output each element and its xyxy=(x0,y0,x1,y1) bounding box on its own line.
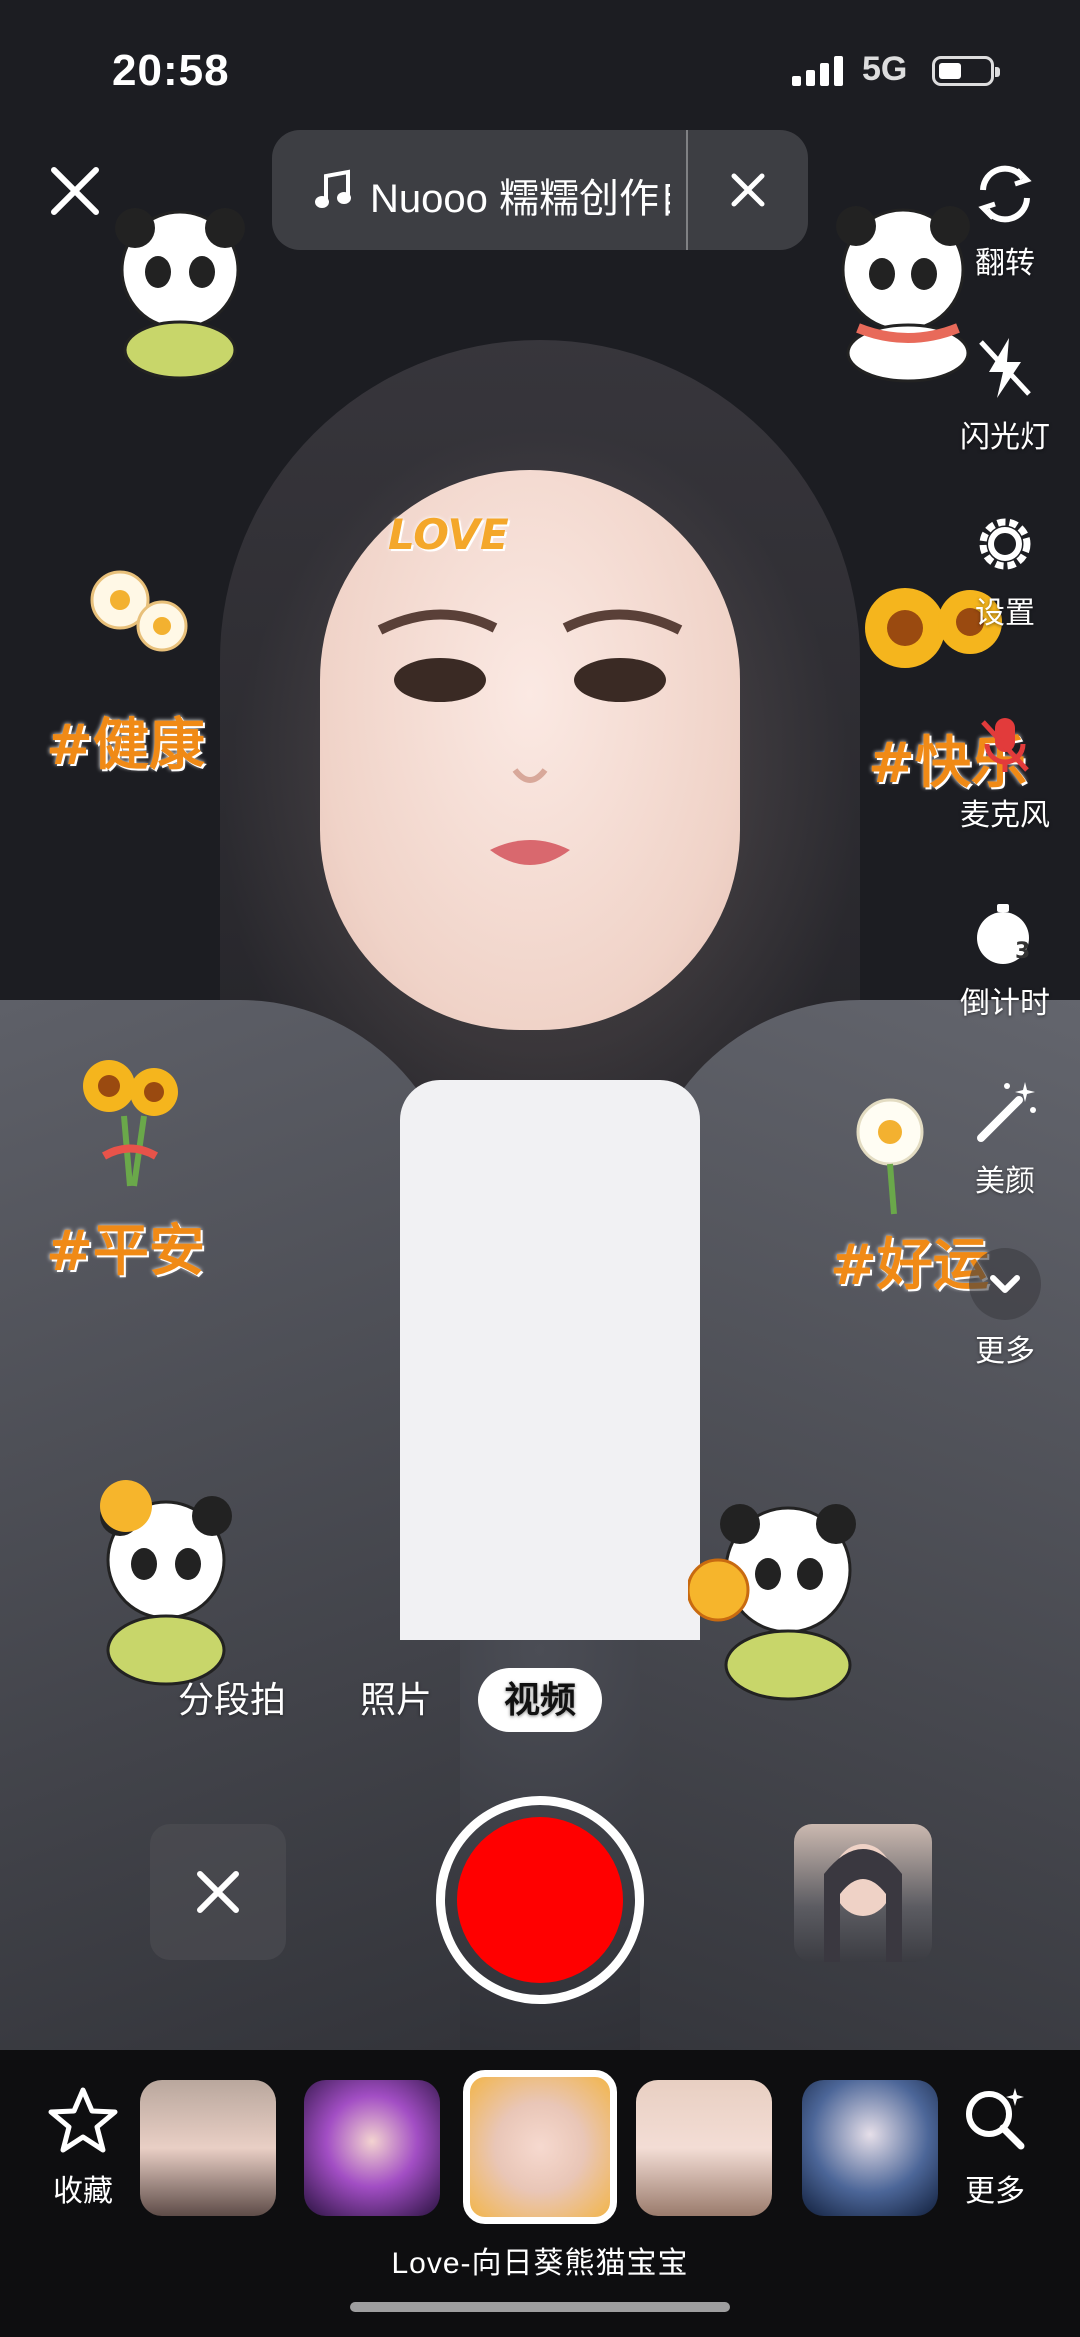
search-sparkle-icon xyxy=(966,2088,1025,2150)
tab-photo[interactable]: 照片 xyxy=(360,1668,432,1732)
countdown-label: 倒计时 xyxy=(960,987,1050,1020)
music-note-icon xyxy=(315,169,351,208)
close-icon xyxy=(197,1871,239,1913)
daisy-sticker-right xyxy=(856,1098,924,1215)
effect-thumb-5[interactable] xyxy=(802,2080,938,2216)
daisy-sticker-left xyxy=(90,570,188,652)
status-time: 20:58 xyxy=(112,46,230,95)
more-tools-label: 更多 xyxy=(975,1335,1035,1368)
effect-thumb-selected[interactable] xyxy=(463,2070,617,2224)
capture-mode-tabs: 分段拍 照片 视频 xyxy=(0,1668,1080,1732)
flash-button[interactable]: 闪光灯 xyxy=(945,330,1065,456)
more-effects-label: 更多 xyxy=(965,2175,1025,2208)
timer-icon: 3 xyxy=(977,904,1030,964)
flip-label: 翻转 xyxy=(975,247,1035,280)
panda-sticker-top-left xyxy=(115,208,245,380)
more-tools-circle xyxy=(969,1248,1041,1320)
effect-thumb-4[interactable] xyxy=(636,2080,772,2216)
effect-thumb-2[interactable] xyxy=(304,2080,440,2216)
music-selector[interactable]: Nuooo 糯糯创作自 xyxy=(272,130,808,250)
beauty-label: 美颜 xyxy=(975,1165,1035,1198)
tab-segment[interactable]: 分段拍 xyxy=(178,1668,286,1732)
countdown-button[interactable]: 3 倒计时 xyxy=(945,896,1065,1022)
home-indicator[interactable] xyxy=(350,2302,730,2312)
settings-label: 设置 xyxy=(975,597,1035,630)
settings-button[interactable]: 设置 xyxy=(945,506,1065,632)
sticker-love: LOVE xyxy=(388,510,509,559)
sticker-tag-peace: #平安 xyxy=(46,1219,205,1284)
flash-off-icon xyxy=(979,338,1031,398)
selected-effect-name: Love-向日葵熊猫宝宝 xyxy=(391,2247,689,2280)
svg-text:3: 3 xyxy=(1015,939,1030,964)
star-icon xyxy=(48,2087,118,2153)
more-tools-button[interactable]: 更多 xyxy=(945,1248,1065,1370)
shirt xyxy=(400,1080,700,1640)
tab-video[interactable]: 视频 xyxy=(478,1668,603,1732)
battery-icon xyxy=(932,56,1000,86)
magic-wand-icon xyxy=(977,1082,1036,1142)
effect-thumb-1[interactable] xyxy=(140,2080,276,2216)
panda-sticker-bottom-left xyxy=(100,1480,232,1686)
close-camera-button[interactable] xyxy=(44,160,106,222)
gallery-preview-image xyxy=(824,1844,902,1962)
chevron-down-icon xyxy=(990,1275,1020,1293)
microphone-off-icon xyxy=(981,718,1029,772)
remove-music-button[interactable] xyxy=(728,170,768,210)
microphone-button[interactable]: 麦克风 xyxy=(945,708,1065,834)
gallery-thumbnail[interactable] xyxy=(794,1824,932,1962)
network-type: 5G xyxy=(862,50,908,88)
music-divider xyxy=(686,130,688,250)
sunflower-bouquet-sticker xyxy=(83,1060,178,1187)
sticker-tag-health: #健康 xyxy=(46,713,205,778)
record-button[interactable] xyxy=(436,1796,644,2004)
microphone-label: 麦克风 xyxy=(960,799,1050,832)
flip-camera-button[interactable]: 翻转 xyxy=(945,156,1065,282)
more-effects-button[interactable]: 更多 xyxy=(940,2084,1050,2210)
beauty-button[interactable]: 美颜 xyxy=(945,1074,1065,1200)
favorites-label: 收藏 xyxy=(53,2175,113,2208)
gear-icon xyxy=(979,518,1031,570)
favorites-button[interactable]: 收藏 xyxy=(28,2084,138,2210)
flip-camera-icon xyxy=(978,165,1032,223)
music-title: Nuooo 糯糯创作自 xyxy=(370,177,670,216)
cellular-signal-icon xyxy=(792,56,843,86)
face xyxy=(320,470,740,1030)
record-button-core xyxy=(457,1817,623,1983)
flash-label: 闪光灯 xyxy=(960,421,1050,454)
discard-button[interactable] xyxy=(150,1824,286,1960)
